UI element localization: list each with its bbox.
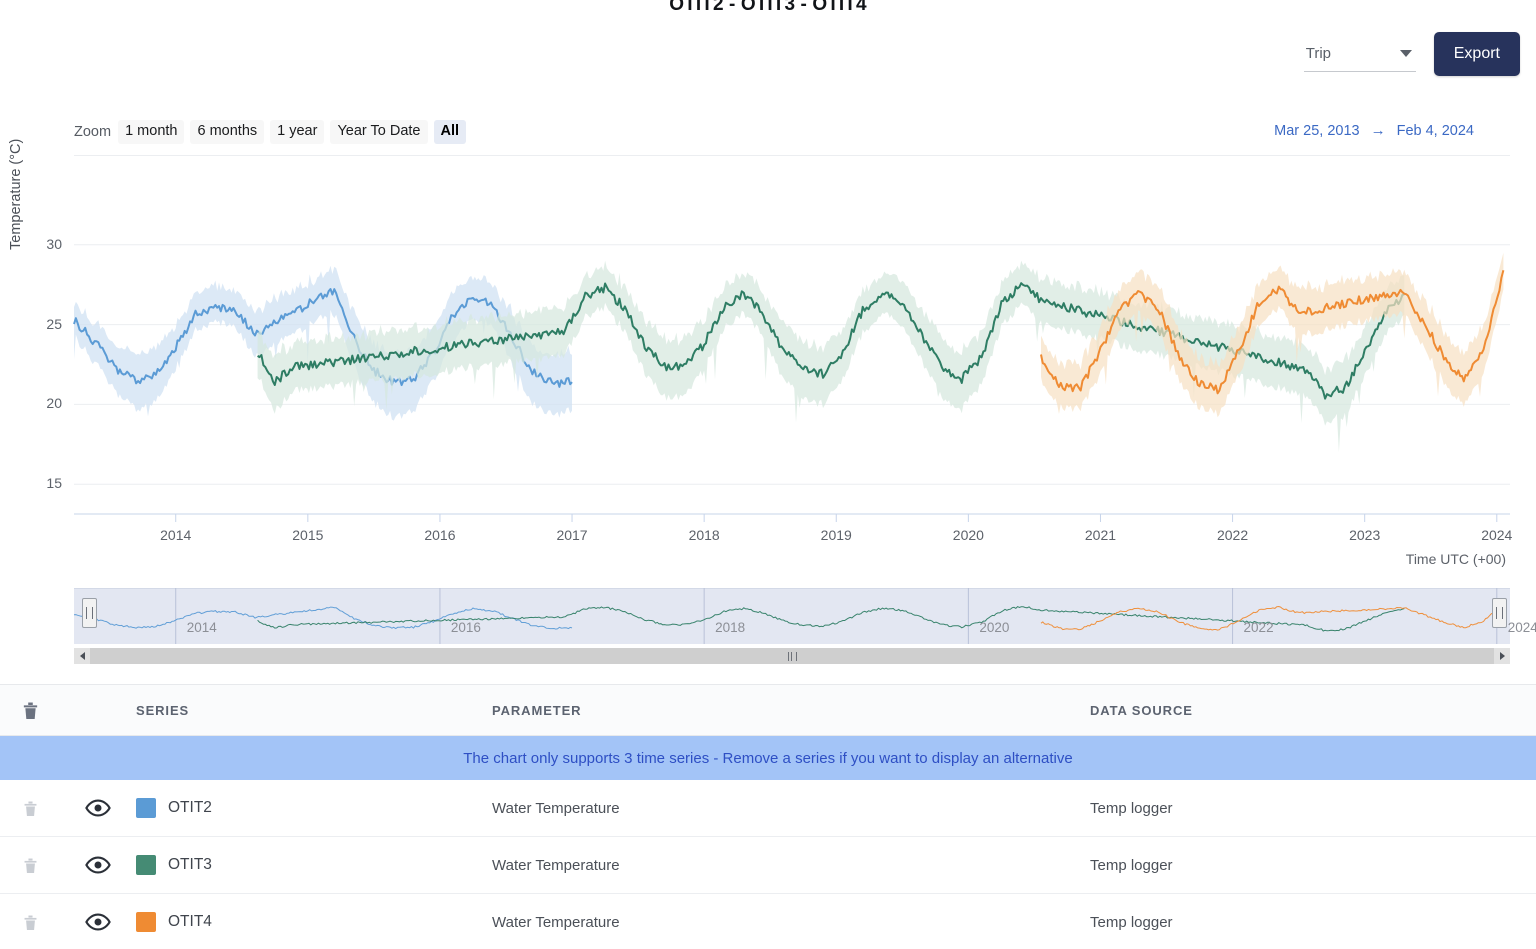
table-header-row: SERIES PARAMETER DATA SOURCE (0, 684, 1536, 736)
zoom-button-year-to-date[interactable]: Year To Date (330, 120, 428, 144)
navigator[interactable]: 2014 2016 2018 2020 2022 2024 (74, 588, 1536, 644)
x-axis-tick-label: 2021 (1084, 527, 1117, 543)
range-date-to[interactable]: Feb 4, 2024 (1397, 123, 1474, 139)
toggle-visibility-button[interactable] (60, 913, 136, 931)
y-axis-tick-label: 30 (46, 235, 62, 252)
trash-icon (24, 858, 36, 873)
range-date-from[interactable]: Mar 25, 2013 (1274, 123, 1359, 139)
page-title: OTIT2 - OTIT3 - OTIT4 (669, 0, 867, 15)
x-axis-tick-label: 2015 (292, 527, 324, 543)
delete-all-cell[interactable] (0, 700, 60, 721)
eye-icon (85, 856, 111, 874)
series-cell: OTIT2 (136, 798, 492, 818)
series-cell: OTIT4 (136, 912, 492, 932)
delete-series-button[interactable] (0, 913, 60, 932)
x-axis-tick-label: 2019 (820, 527, 852, 543)
chart-page: OTIT2 - OTIT3 - OTIT4 Trip Export Zoom 1… (0, 0, 1536, 949)
table-row[interactable]: OTIT3 Water Temperature Temp logger (0, 837, 1536, 894)
x-axis-tick-label: 2020 (952, 527, 984, 543)
x-axis-tick-label: 2022 (1216, 527, 1249, 543)
chevron-down-icon (1399, 50, 1412, 57)
top-controls: Trip Export (1303, 32, 1520, 76)
table-row[interactable]: OTIT4 Water Temperature Temp logger (0, 894, 1536, 949)
data-source-cell: Temp logger (1090, 913, 1173, 931)
y-axis-tick-label: 20 (46, 395, 62, 412)
navigator-year-label: 2014 (186, 620, 217, 635)
handle-grip-icon (1496, 607, 1503, 619)
parameter-cell: Water Temperature (492, 799, 620, 817)
parameter-cell: Water Temperature (492, 856, 620, 874)
trip-select-value: Trip (1305, 45, 1332, 62)
x-axis-title: Time UTC (+00) (1405, 551, 1506, 567)
data-source-cell: Temp logger (1090, 799, 1173, 817)
table-row[interactable]: OTIT2 Water Temperature Temp logger (0, 780, 1536, 837)
thumb-grip-icon (787, 651, 797, 661)
toggle-visibility-button[interactable] (60, 856, 136, 874)
range-date-arrow: → (1370, 122, 1386, 139)
data-source-cell: Temp logger (1090, 856, 1173, 874)
handle-grip-icon (86, 607, 93, 619)
series-color-swatch[interactable] (136, 855, 156, 875)
x-axis-tick-label: 2024 (1481, 527, 1513, 543)
scrollbar-thumb[interactable] (90, 648, 1494, 664)
series-color-swatch[interactable] (136, 912, 156, 932)
toggle-visibility-button[interactable] (60, 799, 136, 817)
arrow-right-icon (1499, 652, 1505, 660)
zoom-button-group: Zoom 1 month 6 months 1 year Year To Dat… (74, 120, 467, 144)
range-selector: Zoom 1 month 6 months 1 year Year To Dat… (0, 120, 1536, 156)
series-rows: OTIT2 Water Temperature Temp logger OTIT3 Wa… (0, 780, 1536, 949)
parameter-cell: Water Temperature (492, 913, 620, 931)
delete-series-button[interactable] (0, 799, 60, 818)
series-name: OTIT4 (168, 913, 212, 930)
navigator-year-label: 2020 (979, 620, 1010, 635)
series-otit4 (1040, 252, 1505, 418)
series-limit-banner: The chart only supports 3 time series - … (0, 736, 1536, 780)
y-axis-tick-label: 25 (46, 315, 62, 332)
x-axis-tick-label: 2016 (424, 527, 456, 543)
trash-icon (24, 801, 36, 816)
chart-svg[interactable] (0, 200, 1536, 580)
series-cell: OTIT3 (136, 855, 492, 875)
series-color-swatch[interactable] (136, 798, 156, 818)
navigator-series-svg (74, 588, 1504, 644)
trip-select[interactable]: Trip (1303, 37, 1416, 72)
zoom-button-1-month[interactable]: 1 month (118, 120, 185, 144)
arrow-left-icon (79, 652, 85, 660)
navigator-year-label: 2016 (450, 620, 481, 635)
trash-icon (24, 915, 36, 930)
x-axis-tick-label: 2018 (688, 527, 720, 543)
navigator-year-label: 2022 (1243, 620, 1274, 635)
x-axis-tick-label: 2017 (556, 527, 588, 543)
delete-series-button[interactable] (0, 856, 60, 875)
zoom-button-6-months[interactable]: 6 months (190, 120, 265, 144)
zoom-label: Zoom (74, 123, 112, 140)
navigator-year-label: 2024 (1507, 620, 1536, 635)
y-axis-tick-label: 15 (46, 475, 62, 492)
table-header-series: SERIES (136, 702, 190, 718)
x-axis-tick-label: 2023 (1349, 527, 1381, 543)
range-date-inputs: Mar 25, 2013 → Feb 4, 2024 (1274, 122, 1474, 139)
series-table: SERIES PARAMETER DATA SOURCE The chart o… (0, 684, 1536, 949)
zoom-button-1-year[interactable]: 1 year (270, 120, 325, 144)
export-button[interactable]: Export (1433, 32, 1520, 76)
eye-icon (85, 799, 111, 817)
chart-plot-area[interactable] (0, 200, 1536, 580)
eye-icon (85, 913, 111, 931)
scrollbar-left-arrow[interactable] (74, 648, 90, 664)
x-axis-tick-label: 2014 (160, 527, 192, 543)
navigator-year-label: 2018 (715, 620, 746, 635)
trash-icon (23, 702, 37, 719)
zoom-button-all[interactable]: All (433, 120, 467, 144)
series-name: OTIT3 (168, 856, 212, 873)
navigator-right-handle[interactable] (1492, 598, 1507, 628)
scrollbar-right-arrow[interactable] (1494, 648, 1510, 664)
table-header-data-source: DATA SOURCE (1090, 702, 1193, 718)
chart-scrollbar[interactable] (74, 648, 1510, 664)
table-header-parameter: PARAMETER (492, 702, 582, 718)
navigator-left-handle[interactable] (82, 598, 97, 628)
series-name: OTIT2 (168, 799, 212, 816)
scrollbar-track[interactable] (90, 648, 1494, 664)
range-divider (74, 155, 1510, 156)
